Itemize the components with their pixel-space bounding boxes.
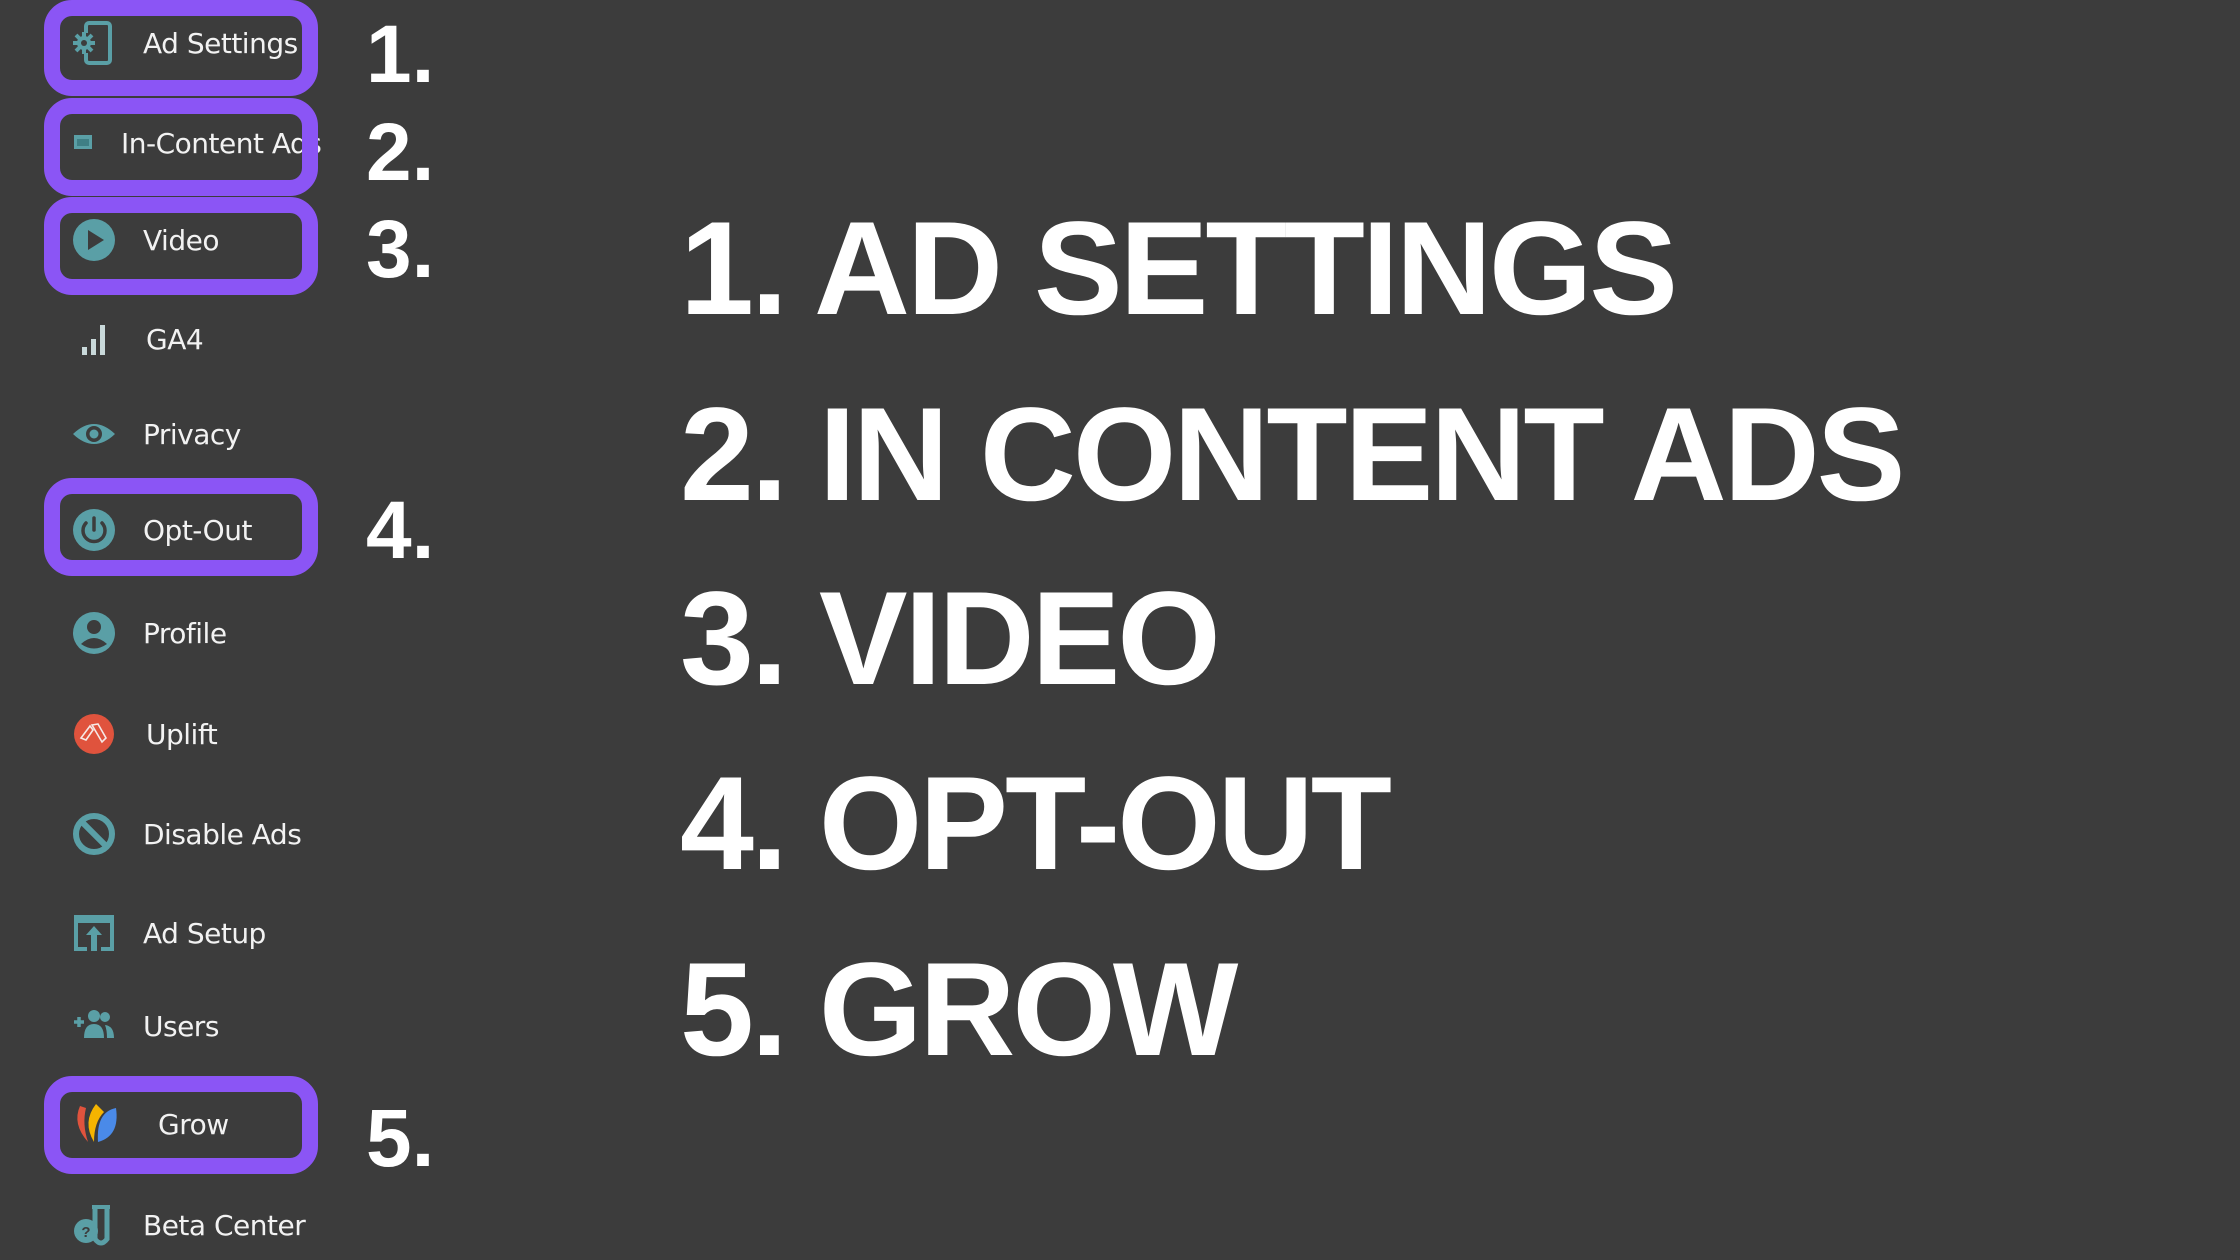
sidebar-item-privacy[interactable]: Privacy — [72, 411, 302, 457]
sidebar-item-label: Ad Settings — [143, 26, 298, 60]
sidebar-item-label: Privacy — [143, 417, 241, 451]
sidebar-item-label: Opt-Out — [143, 513, 252, 547]
bar-chart-icon — [72, 317, 116, 361]
sidebar-item-uplift[interactable]: Uplift — [72, 711, 302, 757]
sidebar-item-label: Users — [143, 1009, 219, 1043]
headline-2: 2. IN CONTENT ADS — [680, 381, 1905, 529]
marker-5: 5. — [366, 1093, 435, 1184]
sidebar-item-label: Ad Setup — [143, 916, 266, 950]
user-icon — [72, 611, 116, 655]
marker-2: 2. — [366, 107, 435, 198]
sidebar-item-disable-ads[interactable]: Disable Ads — [72, 811, 302, 857]
beta-flask-icon: ? — [72, 1203, 116, 1247]
sidebar-item-label: Video — [143, 223, 219, 257]
sidebar-item-profile[interactable]: Profile — [72, 610, 302, 656]
sidebar-item-label: In-Content Ads — [121, 126, 322, 160]
sidebar-item-label: Beta Center — [143, 1208, 306, 1242]
uplift-icon — [72, 712, 116, 756]
power-icon — [72, 508, 116, 552]
sidebar-item-label: Profile — [143, 616, 227, 650]
marker-4: 4. — [366, 485, 435, 576]
sidebar-item-label: Grow — [158, 1107, 229, 1141]
sidebar-item-video[interactable]: Video — [72, 217, 302, 263]
headline-1: 1. AD SETTINGS — [680, 195, 1678, 343]
sidebar-item-label: GA4 — [146, 322, 204, 356]
ad-settings-icon — [72, 21, 116, 65]
play-icon — [72, 218, 116, 262]
marker-1: 1. — [366, 9, 435, 100]
block-icon — [72, 812, 116, 856]
headline-3: 3. VIDEO — [680, 565, 1221, 713]
marker-3: 3. — [366, 204, 435, 295]
sidebar-item-grow[interactable]: Grow — [72, 1101, 302, 1147]
sidebar-item-label: Disable Ads — [143, 817, 302, 851]
upload-screen-icon — [72, 911, 116, 955]
svg-text:?: ? — [81, 1224, 90, 1241]
sidebar-item-label: Uplift — [146, 717, 218, 751]
headline-4: 4. OPT-OUT — [680, 750, 1392, 898]
in-content-ads-icon — [72, 121, 116, 165]
grow-logo-icon — [72, 1102, 128, 1146]
headline-5: 5. GROW — [680, 936, 1238, 1084]
sidebar-item-ad-setup[interactable]: Ad Setup — [72, 910, 302, 956]
sidebar-item-opt-out[interactable]: Opt-Out — [72, 507, 302, 553]
sidebar-item-users[interactable]: Users — [72, 1003, 302, 1049]
sidebar-item-in-content-ads[interactable]: In-Content Ads — [72, 120, 322, 166]
sidebar-item-beta-center[interactable]: ? Beta Center — [72, 1202, 306, 1248]
eye-icon — [72, 412, 116, 456]
sidebar-item-ad-settings[interactable]: Ad Settings — [72, 20, 302, 66]
add-users-icon — [72, 1004, 116, 1048]
sidebar-item-ga4[interactable]: GA4 — [72, 316, 302, 362]
